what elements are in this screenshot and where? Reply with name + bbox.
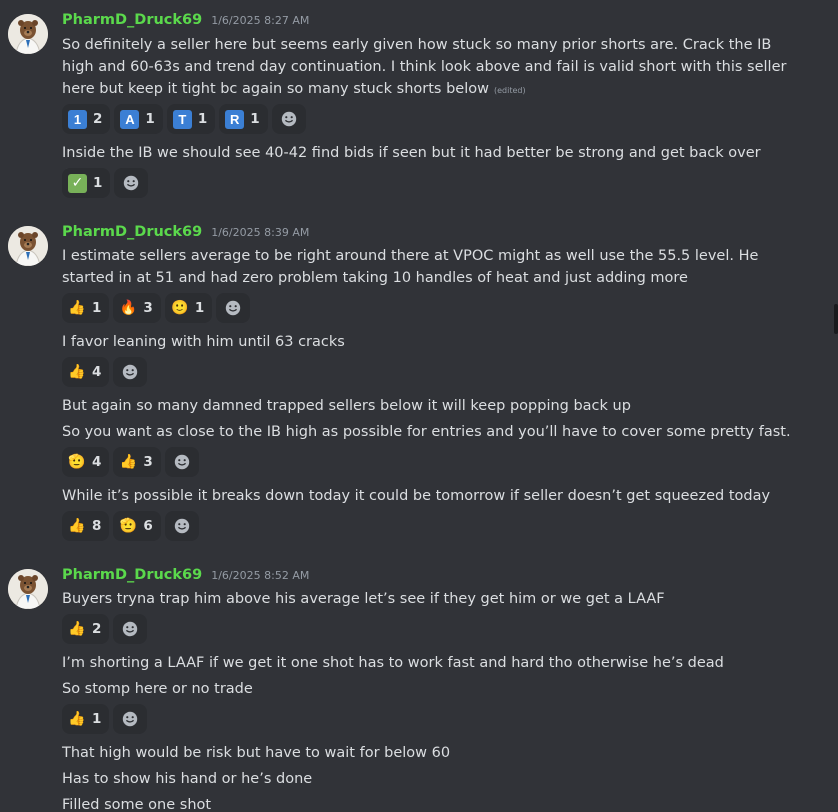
message-text: I’m shorting a LAAF if we get it one sho… bbox=[62, 655, 724, 671]
saluting-face-icon: 🫡 bbox=[119, 518, 138, 534]
reaction-thumbs-up[interactable]: 👍 1 bbox=[62, 293, 110, 323]
thumbs-up-icon: 👍 bbox=[68, 300, 86, 316]
message-text: I estimate sellers average to be right a… bbox=[62, 248, 759, 286]
reaction-letter-r[interactable]: R 1 bbox=[219, 104, 268, 134]
message-header: PharmD_Druck69 1/6/2025 8:39 AM bbox=[62, 224, 309, 244]
add-reaction-button[interactable] bbox=[271, 104, 306, 134]
timestamp[interactable]: 1/6/2025 8:52 AM bbox=[211, 569, 309, 582]
reaction-keycap-1[interactable]: 1 2 bbox=[62, 104, 111, 134]
bear-doctor-avatar-icon bbox=[8, 14, 48, 54]
reaction-count: 3 bbox=[143, 454, 153, 470]
fire-icon: 🔥 bbox=[119, 300, 138, 316]
add-reaction-button[interactable] bbox=[164, 447, 199, 477]
reaction-bar: 🫡 4 👍 3 bbox=[62, 447, 199, 477]
add-reaction-button[interactable] bbox=[113, 614, 148, 644]
reaction-count: 4 bbox=[92, 364, 102, 380]
reaction-count: 4 bbox=[92, 454, 102, 470]
reaction-count: 3 bbox=[143, 300, 153, 316]
reaction-bar: 1 2 A 1 T 1 R 1 bbox=[62, 104, 306, 134]
reaction-count: 1 bbox=[250, 111, 260, 127]
add-reaction-icon bbox=[281, 111, 296, 127]
add-reaction-button[interactable] bbox=[114, 168, 149, 198]
message-text: So stomp here or no trade bbox=[62, 681, 253, 697]
reaction-count: 1 bbox=[93, 175, 103, 191]
message-text: Inside the IB we should see 40-42 find b… bbox=[62, 145, 761, 183]
reaction-count: 6 bbox=[143, 518, 153, 534]
message-text: Buyers tryna trap him above his average … bbox=[62, 591, 665, 607]
thumbs-up-icon: 👍 bbox=[68, 711, 86, 727]
reaction-count: 2 bbox=[92, 621, 102, 637]
message-text: But again so many damned trapped sellers… bbox=[62, 398, 631, 414]
avatar[interactable] bbox=[8, 14, 48, 54]
reaction-count: 2 bbox=[93, 111, 103, 127]
message-text: So you want as close to the IB high as p… bbox=[62, 424, 791, 440]
reaction-thumbs-up[interactable]: 👍 3 bbox=[113, 447, 161, 477]
saluting-face-icon: 🫡 bbox=[68, 454, 86, 470]
reaction-count: 1 bbox=[194, 300, 205, 316]
thumbs-up-icon: 👍 bbox=[68, 364, 86, 380]
reaction-bar: 👍 8 🫡 6 bbox=[62, 511, 199, 541]
username[interactable]: PharmD_Druck69 bbox=[62, 12, 202, 28]
add-reaction-icon bbox=[174, 518, 190, 534]
add-reaction-button[interactable] bbox=[216, 293, 251, 323]
reaction-saluting-face[interactable]: 🫡 4 bbox=[62, 447, 110, 477]
reaction-fire[interactable]: 🔥 3 bbox=[113, 293, 161, 323]
avatar[interactable] bbox=[8, 226, 48, 266]
reaction-slight-smile[interactable]: 🙂 1 bbox=[164, 293, 213, 323]
message-text: So definitely a seller here but seems ea… bbox=[62, 37, 787, 97]
reaction-letter-t[interactable]: T 1 bbox=[166, 104, 216, 134]
reaction-thumbs-up[interactable]: 👍 2 bbox=[62, 614, 110, 644]
reaction-count: 8 bbox=[92, 518, 102, 534]
reaction-count: 1 bbox=[92, 711, 102, 727]
reaction-thumbs-up[interactable]: 👍 8 bbox=[62, 511, 110, 541]
timestamp[interactable]: 1/6/2025 8:27 AM bbox=[211, 14, 309, 27]
reaction-bar: 👍 1 bbox=[62, 704, 148, 734]
message-text: Filled some one shot bbox=[62, 797, 212, 812]
add-reaction-icon bbox=[123, 711, 138, 727]
timestamp[interactable]: 1/6/2025 8:39 AM bbox=[211, 226, 309, 239]
thumbs-up-icon: 👍 bbox=[68, 518, 86, 534]
letter-r-icon: R bbox=[225, 109, 245, 129]
message-header: PharmD_Druck69 1/6/2025 8:27 AM bbox=[62, 12, 309, 32]
reaction-count: 1 bbox=[145, 111, 155, 127]
thumbs-up-icon: 👍 bbox=[119, 454, 138, 470]
reaction-count: 1 bbox=[197, 111, 208, 127]
reaction-letter-a[interactable]: A 1 bbox=[114, 104, 163, 134]
username[interactable]: PharmD_Druck69 bbox=[62, 567, 202, 583]
reaction-count: 1 bbox=[92, 300, 102, 316]
reaction-thumbs-up[interactable]: 👍 1 bbox=[62, 704, 110, 734]
reaction-bar: 👍 1 🔥 3 🙂 1 bbox=[62, 293, 251, 323]
reaction-bar: ✓ 1 bbox=[62, 168, 149, 198]
username[interactable]: PharmD_Druck69 bbox=[62, 224, 202, 240]
letter-t-icon: T bbox=[172, 109, 192, 129]
message-text: While it’s possible it breaks down today… bbox=[62, 488, 771, 504]
keycap-1-icon: 1 bbox=[68, 109, 87, 129]
add-reaction-button[interactable] bbox=[113, 357, 148, 387]
bear-doctor-avatar-icon bbox=[8, 569, 48, 609]
message-header: PharmD_Druck69 1/6/2025 8:52 AM bbox=[62, 567, 309, 587]
thumbs-up-icon: 👍 bbox=[68, 621, 86, 637]
add-reaction-icon bbox=[123, 621, 138, 637]
avatar[interactable] bbox=[8, 569, 48, 609]
edited-label: (edited) bbox=[493, 86, 526, 95]
reaction-bar: 👍 2 bbox=[62, 614, 148, 644]
reaction-check[interactable]: ✓ 1 bbox=[62, 168, 111, 198]
slight-smile-icon: 🙂 bbox=[171, 300, 189, 316]
add-reaction-icon bbox=[174, 454, 190, 470]
letter-a-icon: A bbox=[120, 109, 140, 129]
add-reaction-button[interactable] bbox=[113, 704, 148, 734]
add-reaction-icon bbox=[124, 175, 139, 191]
scrollbar-thumb[interactable] bbox=[834, 304, 838, 334]
message-text: I favor leaning with him until 63 cracks bbox=[62, 334, 345, 350]
reaction-thumbs-up[interactable]: 👍 4 bbox=[62, 357, 110, 387]
bear-doctor-avatar-icon bbox=[8, 226, 48, 266]
message-text: That high would be risk but have to wait… bbox=[62, 745, 451, 761]
reaction-saluting-face[interactable]: 🫡 6 bbox=[113, 511, 161, 541]
add-reaction-button[interactable] bbox=[164, 511, 199, 541]
reaction-bar: 👍 4 bbox=[62, 357, 148, 387]
add-reaction-icon bbox=[123, 364, 138, 380]
check-mark-icon: ✓ bbox=[68, 173, 87, 193]
add-reaction-icon bbox=[226, 300, 241, 316]
message-text: Has to show his hand or he’s done bbox=[62, 771, 313, 787]
